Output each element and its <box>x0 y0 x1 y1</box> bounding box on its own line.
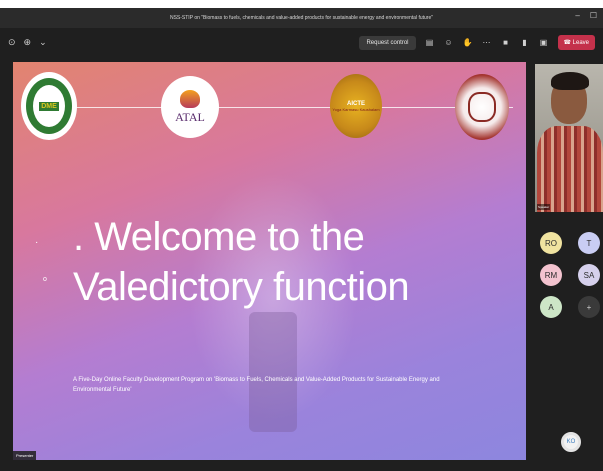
avatar: T <box>578 232 600 254</box>
avatar: RO <box>540 232 562 254</box>
share-icon[interactable]: ▣ <box>539 38 549 47</box>
bullet-mark: · <box>35 237 39 248</box>
participants-panel: Speaker RO T RM SA A + KO <box>529 62 603 471</box>
slide-heading: . Welcome to the Valedictory function <box>73 212 410 312</box>
flame-icon <box>180 89 200 108</box>
heading-line-1: . Welcome to the <box>73 215 365 259</box>
more-icon[interactable]: ⊙ <box>8 37 16 48</box>
chat-icon[interactable]: ▤ <box>425 38 435 47</box>
leave-button[interactable]: ☎ Leave <box>557 35 595 50</box>
lightbulb-base <box>249 312 297 432</box>
speaker-video[interactable]: Speaker <box>535 64 603 212</box>
university-emblem <box>468 92 496 122</box>
dme-logo-text: DME <box>39 101 59 111</box>
more-participants-tile[interactable]: + <box>575 296 603 318</box>
slide-subtitle: A Five-Day Online Faculty Development Pr… <box>73 377 440 393</box>
tile-row: RM SA <box>537 264 603 286</box>
tile-row: A + <box>537 296 603 318</box>
shared-slide: DME ATAL AICTE Yoga Karmasu Kaushalam · … <box>13 62 526 460</box>
dme-logo: DME <box>21 72 77 140</box>
people-icon[interactable]: ⊕ <box>24 37 32 48</box>
maximize-icon[interactable]: ☐ <box>590 11 597 20</box>
meeting-toolbar: ⊙ ⊕ ⌄ Request control ▤ ☺ ✋ ⋯ ■ ▮ ▣ ☎ Le… <box>0 28 603 60</box>
tile-row: RO T <box>537 232 603 254</box>
participant-tile[interactable]: A <box>537 296 565 318</box>
toolbar-right: Request control ▤ ☺ ✋ ⋯ ■ ▮ ▣ ☎ Leave <box>359 35 595 50</box>
more-actions-icon[interactable]: ⋯ <box>482 38 492 47</box>
atal-logo: ATAL <box>161 76 219 138</box>
top-strip <box>0 0 603 8</box>
participant-tile[interactable]: RO <box>537 232 565 254</box>
title-bar: NSS-STIP on "Biomass to fuels, chemicals… <box>0 8 603 28</box>
presenter-tag: Presenter <box>13 451 37 460</box>
window-title: NSS-STIP on "Biomass to fuels, chemicals… <box>169 15 434 21</box>
self-avatar[interactable]: KO <box>561 432 581 452</box>
mic-icon[interactable]: ▮ <box>520 38 530 47</box>
video-name-tag: Speaker <box>537 204 551 210</box>
logo-connector-line <box>53 107 513 108</box>
request-control-button[interactable]: Request control <box>359 35 416 50</box>
aicte-logo-motto: Yoga Karmasu Kaushalam <box>332 106 380 112</box>
meeting-window: NSS-STIP on "Biomass to fuels, chemicals… <box>0 0 603 471</box>
bullet-mark-small: o <box>43 276 47 283</box>
minimize-icon[interactable]: – <box>575 11 579 20</box>
participant-tile[interactable]: RM <box>537 264 565 286</box>
speaker-hair <box>551 72 589 90</box>
participant-tiles: RO T RM SA A + <box>537 232 603 328</box>
speaker-shirt <box>537 126 603 212</box>
avatar: A <box>540 296 562 318</box>
raise-hand-icon[interactable]: ✋ <box>463 38 473 47</box>
window-controls: – ☐ <box>575 11 597 20</box>
camera-icon[interactable]: ■ <box>501 38 511 47</box>
reactions-icon[interactable]: ☺ <box>444 38 454 47</box>
more-participants-icon: + <box>578 296 600 318</box>
chevron-down-icon[interactable]: ⌄ <box>39 37 47 48</box>
heading-line-1-text: Welcome to the <box>94 215 365 259</box>
toolbar-left: ⊙ ⊕ ⌄ <box>8 37 47 48</box>
heading-line-2: Valedictory function <box>73 265 410 309</box>
university-logo <box>455 74 509 140</box>
participant-tile[interactable]: T <box>575 232 603 254</box>
aicte-logo: AICTE Yoga Karmasu Kaushalam <box>330 74 382 138</box>
atal-logo-text: ATAL <box>175 109 205 124</box>
avatar: RM <box>540 264 562 286</box>
leave-label: Leave <box>572 40 589 46</box>
avatar: SA <box>578 264 600 286</box>
participant-tile[interactable]: SA <box>575 264 603 286</box>
